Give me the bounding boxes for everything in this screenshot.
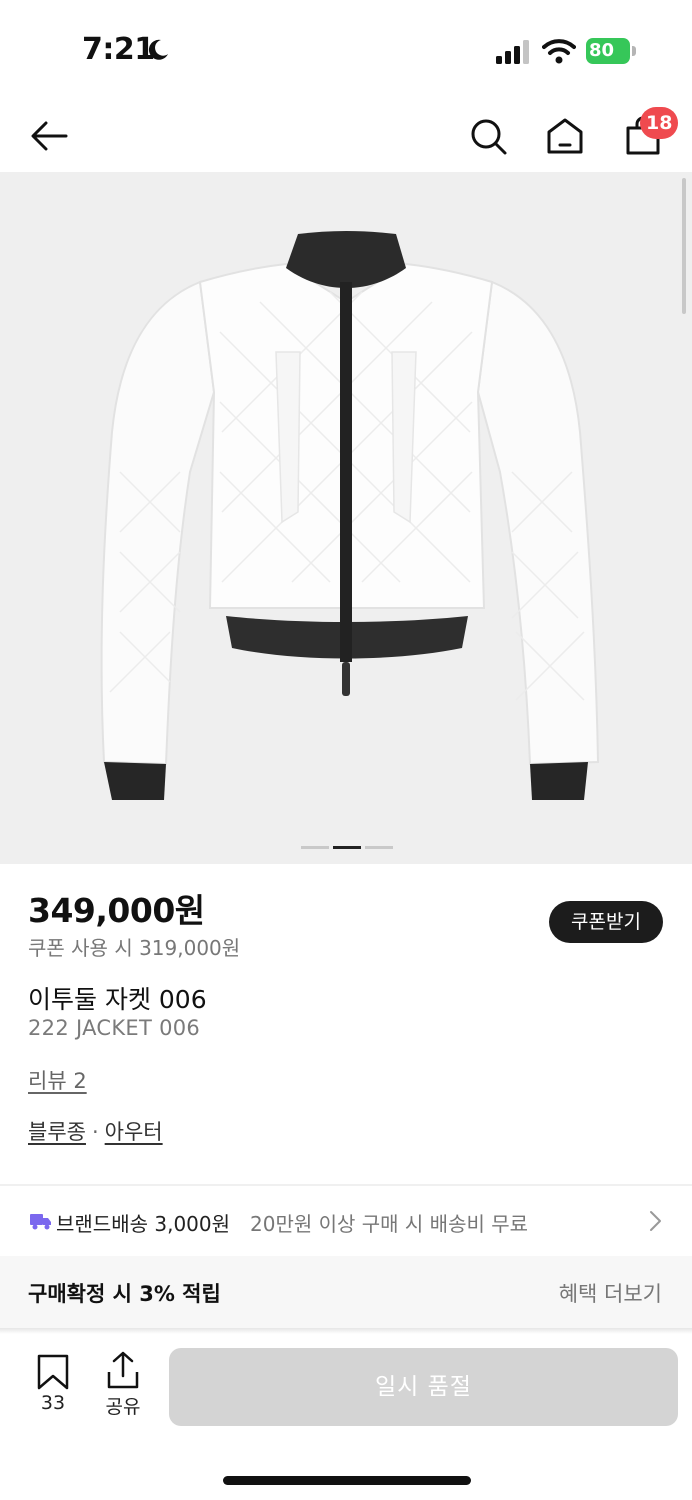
- get-coupon-button[interactable]: 쿠폰받기: [549, 901, 663, 943]
- moon-icon: [148, 39, 168, 60]
- more-benefits-link[interactable]: 혜택 더보기: [559, 1278, 662, 1308]
- truck-icon: [30, 1214, 51, 1230]
- gallery-page-indicator: [301, 846, 393, 850]
- category-link-blouson[interactable]: 블루종: [28, 1120, 86, 1144]
- signal-icon: [496, 40, 529, 64]
- home-icon[interactable]: [541, 112, 589, 160]
- battery-icon: 80: [586, 38, 636, 64]
- shipping-fee: 브랜드배송 3,000원: [56, 1212, 231, 1236]
- product-image-gallery[interactable]: [0, 172, 692, 864]
- home-indicator[interactable]: [223, 1476, 471, 1485]
- reviews-link[interactable]: 리뷰 2: [28, 1065, 87, 1095]
- search-icon[interactable]: [464, 112, 512, 160]
- battery-tip: [632, 46, 636, 56]
- shipping-info-row[interactable]: 브랜드배송 3,000원 20만원 이상 구매 시 배송비 무료: [0, 1186, 692, 1256]
- coupon-price: 쿠폰 사용 시 319,000원: [28, 936, 241, 960]
- page-dot[interactable]: [365, 846, 393, 849]
- jacket-image: [100, 231, 600, 800]
- share-label: 공유: [105, 1396, 141, 1418]
- sold-out-button[interactable]: 일시 품절: [169, 1348, 678, 1426]
- product-name-korean: 이투둘 자켓 006: [28, 985, 207, 1014]
- status-bar: 7:21 80: [0, 0, 692, 100]
- page-dot-active[interactable]: [333, 846, 361, 849]
- share-icon[interactable]: [106, 1350, 140, 1390]
- bookmark-icon[interactable]: [36, 1354, 70, 1390]
- product-name-english: 222 JACKET 006: [28, 1016, 201, 1040]
- category-link-outer[interactable]: 아우터: [105, 1120, 163, 1144]
- benefit-row: 구매확정 시 3% 적립 혜택 더보기: [0, 1256, 692, 1328]
- back-arrow-icon[interactable]: [26, 112, 74, 160]
- product-price: 349,000원: [28, 891, 205, 930]
- free-shipping-condition: 20만원 이상 구매 시 배송비 무료: [250, 1212, 529, 1236]
- image-scrollbar[interactable]: [682, 178, 686, 314]
- bookmark-count: 33: [40, 1392, 66, 1414]
- status-time: 7:21: [82, 32, 155, 67]
- cart-count-badge: 18: [640, 107, 679, 139]
- points-reward-text: 구매확정 시 3% 적립: [28, 1282, 221, 1306]
- chevron-right-icon[interactable]: [648, 1210, 664, 1232]
- category-breadcrumb: 블루종 · 아우터: [28, 1116, 163, 1146]
- nav-bar: [0, 100, 692, 172]
- wifi-icon: [542, 39, 576, 64]
- bottom-action-bar: 33 공유 일시 품절: [0, 1334, 692, 1500]
- battery-level: 80: [586, 38, 630, 64]
- page-dot[interactable]: [301, 846, 329, 849]
- category-separator: ·: [91, 1120, 99, 1144]
